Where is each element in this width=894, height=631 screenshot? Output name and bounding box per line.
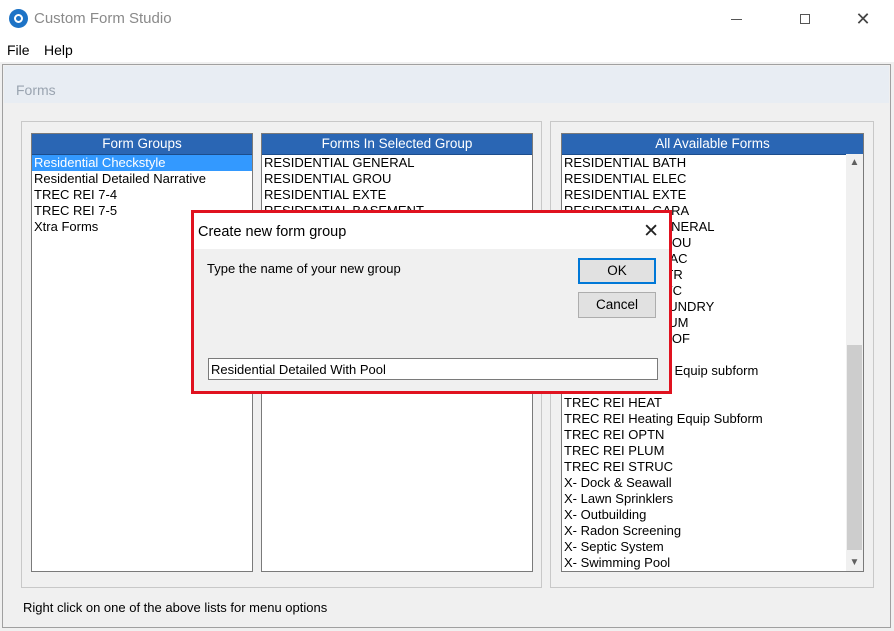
- scroll-thumb[interactable]: [847, 345, 862, 550]
- app-logo-icon: [9, 9, 28, 28]
- scroll-up-arrow-icon[interactable]: ▲: [846, 154, 863, 171]
- list-item[interactable]: RESIDENTIAL EXTE: [262, 187, 532, 203]
- maximize-icon: [800, 14, 810, 24]
- all-forms-scrollbar[interactable]: ▲ ▼: [846, 154, 863, 571]
- minimize-icon: [730, 18, 742, 20]
- form-groups-header: Form Groups: [32, 134, 252, 155]
- list-item[interactable]: TREC REI PLUM: [562, 443, 846, 459]
- list-item[interactable]: RESIDENTIAL GENERAL: [262, 155, 532, 171]
- dialog-titlebar: Create new form group ✕: [194, 213, 669, 249]
- dialog-title: Create new form group: [198, 224, 347, 240]
- menu-bar: File Help: [0, 38, 894, 62]
- list-item[interactable]: X- Dock & Seawall: [562, 475, 846, 491]
- maximize-button[interactable]: [782, 0, 828, 38]
- list-item[interactable]: TREC REI OPTN: [562, 427, 846, 443]
- close-icon: ✕: [855, 9, 871, 29]
- list-item[interactable]: TREC REI HEAT: [562, 395, 846, 411]
- ok-button[interactable]: OK: [578, 258, 656, 284]
- forms-window-title: Forms: [16, 82, 56, 98]
- dialog-prompt: Type the name of your new group: [207, 261, 401, 276]
- list-item[interactable]: X- Swimming Pool: [562, 555, 846, 571]
- list-item[interactable]: TREC REI 7-4: [32, 187, 252, 203]
- menu-file[interactable]: File: [7, 42, 30, 58]
- list-item[interactable]: RESIDENTIAL ELEC: [562, 171, 846, 187]
- list-item[interactable]: TREC REI STRUC: [562, 459, 846, 475]
- list-item[interactable]: X- Radon Screening: [562, 523, 846, 539]
- list-item[interactable]: TREC REI Heating Equip Subform: [562, 411, 846, 427]
- all-forms-header: All Available Forms: [562, 134, 863, 155]
- scroll-down-arrow-icon[interactable]: ▼: [846, 554, 863, 571]
- list-item[interactable]: RESIDENTIAL EXTE: [562, 187, 846, 203]
- title-bar: Custom Form Studio ✕: [0, 0, 894, 38]
- list-item[interactable]: X- Outbuilding: [562, 507, 846, 523]
- forms-window-caption: Forms: [4, 66, 889, 103]
- minimize-button[interactable]: [713, 0, 759, 38]
- list-item[interactable]: RESIDENTIAL BATH: [562, 155, 846, 171]
- dialog-close-icon[interactable]: ✕: [643, 220, 659, 243]
- group-name-input[interactable]: [208, 358, 658, 380]
- list-item[interactable]: X- Lawn Sprinklers: [562, 491, 846, 507]
- window-title: Custom Form Studio: [34, 10, 172, 27]
- close-button[interactable]: ✕: [840, 0, 886, 38]
- list-item[interactable]: X- Septic System: [562, 539, 846, 555]
- list-item[interactable]: Residential Checkstyle: [32, 155, 252, 171]
- menu-help[interactable]: Help: [44, 42, 73, 58]
- cancel-button[interactable]: Cancel: [578, 292, 656, 318]
- list-item[interactable]: Residential Detailed Narrative: [32, 171, 252, 187]
- status-hint: Right click on one of the above lists fo…: [23, 600, 328, 615]
- list-item[interactable]: RESIDENTIAL GROU: [262, 171, 532, 187]
- forms-in-group-header: Forms In Selected Group: [262, 134, 532, 155]
- create-group-dialog: Create new form group ✕ Type the name of…: [191, 210, 672, 394]
